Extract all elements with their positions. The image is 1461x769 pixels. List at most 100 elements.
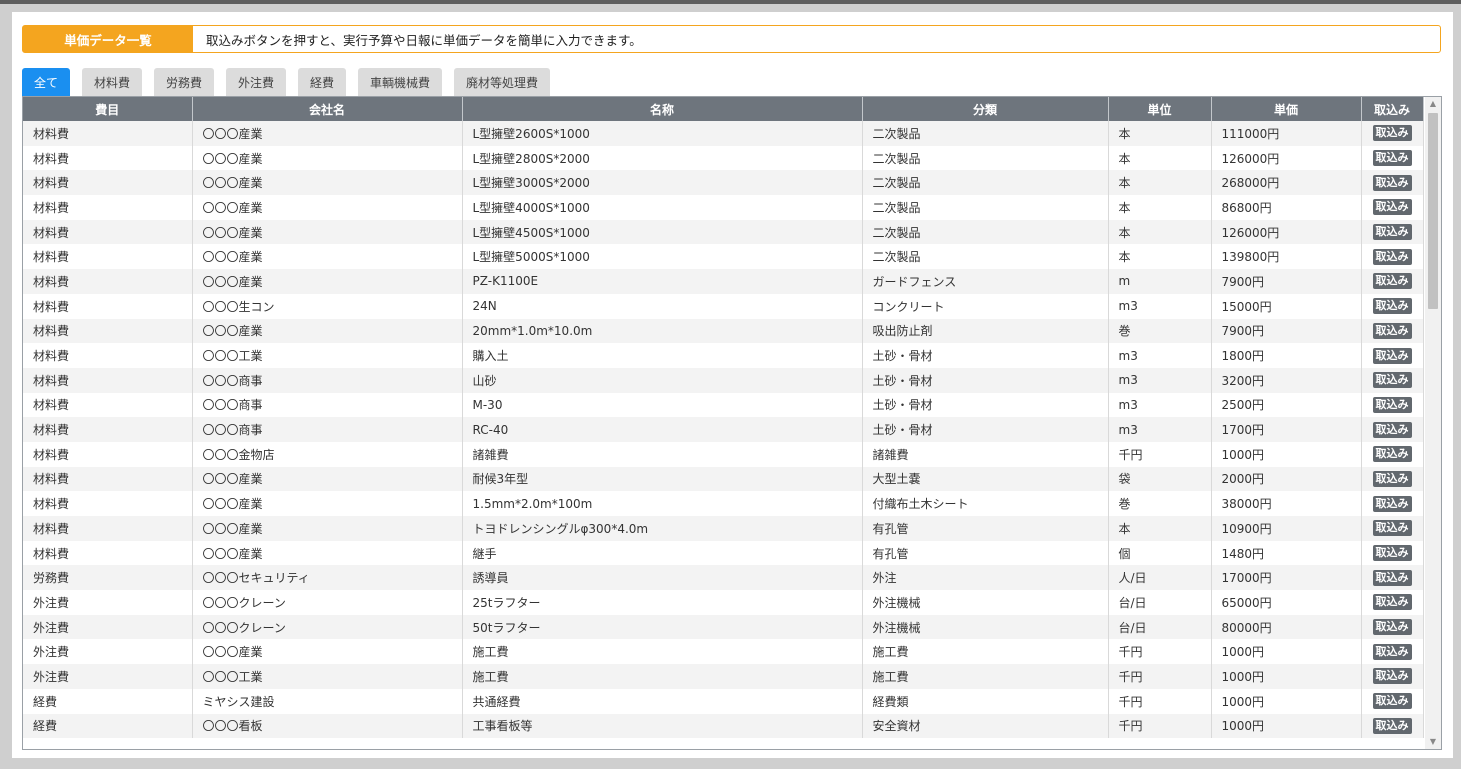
cell-name: 共通経費 (462, 688, 863, 714)
cell-company: 〇〇〇クレーン (192, 614, 463, 640)
import-button[interactable]: 取込み (1372, 446, 1412, 463)
cell-unit: 本 (1108, 170, 1212, 196)
cell-unit: 本 (1108, 195, 1212, 220)
tab-expenses[interactable]: 経費 (298, 68, 346, 97)
cell-category: 材料費 (23, 343, 193, 368)
cell-company: 〇〇〇産業 (192, 540, 463, 566)
tab-labor[interactable]: 労務費 (154, 68, 214, 97)
column-header-unit-price[interactable]: 単価 (1211, 97, 1362, 121)
cell-classification: 二次製品 (862, 170, 1109, 196)
cell-unit-price: 7900円 (1211, 269, 1362, 294)
column-header-category[interactable]: 費目 (23, 97, 193, 121)
cell-company: 〇〇〇クレーン (192, 590, 463, 615)
cell-name: L型擁壁2600S*1000 (462, 121, 863, 146)
import-button[interactable]: 取込み (1372, 248, 1412, 265)
import-button[interactable]: 取込み (1372, 396, 1412, 413)
cell-classification: 土砂・骨材 (862, 392, 1109, 418)
cell-import: 取込み (1361, 343, 1424, 368)
cell-category: 材料費 (23, 466, 193, 492)
vertical-scrollbar[interactable]: ▲ ▼ (1425, 97, 1441, 749)
cell-category: 外注費 (23, 590, 193, 615)
import-button[interactable]: 取込み (1372, 520, 1412, 537)
cell-import: 取込み (1361, 269, 1424, 294)
import-button[interactable]: 取込み (1372, 421, 1412, 438)
cell-company: 〇〇〇商事 (192, 367, 463, 393)
cell-unit: 千円 (1108, 441, 1212, 467)
column-header-classification[interactable]: 分類 (862, 97, 1109, 121)
import-button[interactable]: 取込み (1372, 470, 1412, 487)
cell-category: 経費 (23, 688, 193, 714)
table-row: 外注費 〇〇〇工業 施工費 施工費 千円 1000円 取込み (23, 664, 1424, 689)
cell-company: 〇〇〇産業 (192, 491, 463, 516)
tab-outsourcing[interactable]: 外注費 (226, 68, 286, 97)
scroll-up-arrow-icon[interactable]: ▲ (1425, 97, 1441, 111)
column-header-company[interactable]: 会社名 (192, 97, 463, 121)
cell-classification: 吸出防止剤 (862, 318, 1109, 344)
import-button[interactable]: 取込み (1372, 693, 1412, 710)
cell-company: 〇〇〇商事 (192, 392, 463, 418)
cell-name: 継手 (462, 540, 863, 566)
import-button[interactable]: 取込み (1372, 347, 1412, 364)
table-row: 材料費 〇〇〇産業 L型擁壁3000S*2000 二次製品本 268000円 取込み (23, 170, 1424, 196)
cell-unit-price: 268000円 (1211, 170, 1362, 196)
import-button[interactable]: 取込み (1372, 643, 1412, 660)
cell-category: 材料費 (23, 540, 193, 566)
cell-unit-price: 15000円 (1211, 293, 1362, 319)
cell-unit: 台/日 (1108, 614, 1212, 640)
import-button[interactable]: 取込み (1372, 668, 1412, 685)
scrollbar-thumb[interactable] (1428, 113, 1438, 309)
tab-all[interactable]: 全て (22, 68, 70, 97)
import-button[interactable]: 取込み (1372, 372, 1412, 389)
cell-unit-price: 1480円 (1211, 540, 1362, 566)
cell-company: 〇〇〇産業 (192, 244, 463, 270)
cell-category: 材料費 (23, 269, 193, 294)
import-button[interactable]: 取込み (1372, 273, 1412, 290)
cell-category: 材料費 (23, 244, 193, 270)
column-header-name[interactable]: 名称 (462, 97, 863, 121)
cell-import: 取込み (1361, 417, 1424, 442)
cell-name: L型擁壁2800S*2000 (462, 145, 863, 171)
cell-unit-price: 1000円 (1211, 639, 1362, 665)
cell-unit: 巻 (1108, 318, 1212, 344)
cell-classification: 二次製品 (862, 244, 1109, 270)
cell-category: 材料費 (23, 293, 193, 319)
table-row: 材料費 〇〇〇金物店 諸雑費 諸雑費 千円 1000円 取込み (23, 441, 1424, 467)
import-button[interactable]: 取込み (1372, 125, 1412, 142)
import-button[interactable]: 取込み (1372, 199, 1412, 216)
cell-name: 耐候3年型 (462, 466, 863, 492)
category-tabs: 全て 材料費 労務費 外注費 経費 車輌機械費 廃材等処理費 (22, 68, 562, 97)
cell-classification: 土砂・骨材 (862, 417, 1109, 442)
import-button[interactable]: 取込み (1372, 569, 1412, 586)
import-button[interactable]: 取込み (1372, 594, 1412, 611)
cell-import: 取込み (1361, 664, 1424, 689)
scroll-down-arrow-icon[interactable]: ▼ (1425, 735, 1441, 749)
cell-classification: 外注機械 (862, 590, 1109, 615)
import-button[interactable]: 取込み (1372, 717, 1412, 734)
import-button[interactable]: 取込み (1372, 619, 1412, 636)
cell-category: 材料費 (23, 367, 193, 393)
cell-company: 〇〇〇産業 (192, 195, 463, 220)
tab-materials[interactable]: 材料費 (82, 68, 142, 97)
table-row: 材料費 〇〇〇産業 L型擁壁4000S*1000 二次製品本 86800円 取込み (23, 195, 1424, 220)
cell-category: 外注費 (23, 614, 193, 640)
tab-waste-disposal[interactable]: 廃材等処理費 (454, 68, 550, 97)
import-button[interactable]: 取込み (1372, 322, 1412, 339)
table-row: 材料費 〇〇〇産業 L型擁壁4500S*1000 二次製品本 126000円 取込み (23, 219, 1424, 245)
import-button[interactable]: 取込み (1372, 150, 1412, 167)
cell-import: 取込み (1361, 318, 1424, 344)
import-button[interactable]: 取込み (1372, 545, 1412, 562)
import-button[interactable]: 取込み (1372, 174, 1412, 191)
cell-name: 工事看板等 (462, 713, 863, 739)
table-row: 経費 〇〇〇看板 工事看板等 安全資材 千円 1000円 取込み (23, 713, 1424, 739)
tab-vehicle-machinery[interactable]: 車輌機械費 (358, 68, 442, 97)
cell-name: 20mm*1.0m*10.0m (462, 318, 863, 344)
cell-company: 〇〇〇セキュリティ (192, 565, 463, 591)
cell-import: 取込み (1361, 195, 1424, 220)
cell-company: 〇〇〇産業 (192, 219, 463, 245)
import-button[interactable]: 取込み (1372, 298, 1412, 315)
import-button[interactable]: 取込み (1372, 495, 1412, 512)
column-header-unit[interactable]: 単位 (1108, 97, 1212, 121)
import-button[interactable]: 取込み (1372, 224, 1412, 241)
cell-category: 材料費 (23, 318, 193, 344)
cell-import: 取込み (1361, 441, 1424, 467)
